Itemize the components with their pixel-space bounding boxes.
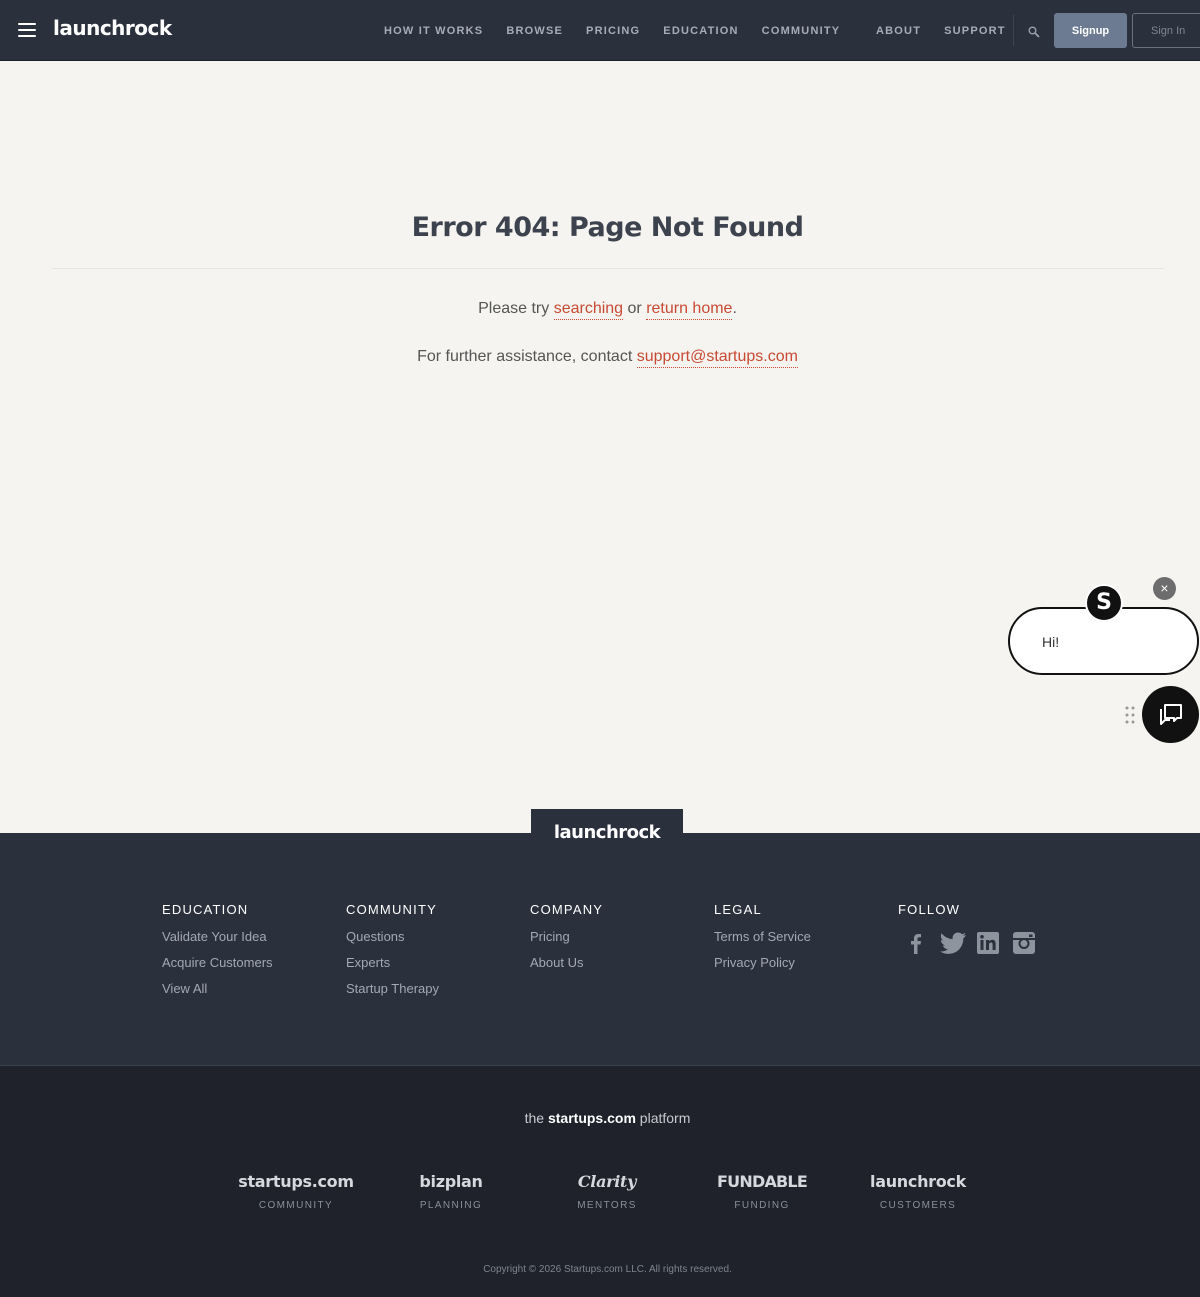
- footer-heading: COMMUNITY: [346, 902, 437, 917]
- support-contact: For further assistance, contact support@…: [0, 348, 1200, 368]
- page-title: Error 404: Page Not Found: [411, 212, 804, 243]
- nav-about[interactable]: ABOUT: [876, 25, 921, 37]
- footer-link-terms[interactable]: Terms of Service: [714, 929, 811, 944]
- brand-bizplan[interactable]: bizplan PLANNING: [371, 1172, 531, 1211]
- brand-subtitle: PLANNING: [419, 1200, 483, 1211]
- footer-col-education: EDUCATION Validate Your Idea Acquire Cus…: [162, 902, 273, 1007]
- brand-subtitle: MENTORS: [577, 1200, 637, 1211]
- footer-link-questions[interactable]: Questions: [346, 929, 439, 944]
- footer-link-view-all[interactable]: View All: [162, 981, 273, 996]
- signin-button[interactable]: Sign In: [1132, 13, 1200, 48]
- search-icon[interactable]: [1028, 25, 1040, 38]
- site-logo[interactable]: launchrock: [53, 16, 172, 40]
- footer-heading: FOLLOW: [898, 902, 961, 917]
- footer-heading: LEGAL: [714, 902, 762, 917]
- brand-startups[interactable]: startups.com COMMUNITY: [216, 1172, 376, 1211]
- tagline-text: platform: [635, 1110, 691, 1126]
- hamburger-menu-icon[interactable]: [18, 23, 36, 37]
- nav-community[interactable]: COMMUNITY: [762, 25, 841, 37]
- return-home-link[interactable]: return home: [646, 300, 733, 320]
- linkedin-icon[interactable]: [976, 932, 1000, 954]
- chat-launcher-button[interactable]: [1142, 686, 1199, 743]
- searching-link[interactable]: searching: [553, 300, 624, 320]
- footer-link-about-us[interactable]: About Us: [530, 955, 603, 970]
- brand-name: Clarity: [577, 1172, 637, 1191]
- brand-name: launchrock: [870, 1172, 966, 1191]
- brand-name: FUNDABLE: [717, 1172, 808, 1191]
- main-nav: HOW IT WORKS BROWSE PRICING EDUCATION CO…: [384, 0, 863, 61]
- footer-col-legal: LEGAL Terms of Service Privacy Policy: [714, 902, 811, 981]
- brand-subtitle: FUNDING: [734, 1200, 790, 1211]
- brand-subtitle: COMMUNITY: [258, 1200, 334, 1211]
- footer-heading: EDUCATION: [162, 902, 249, 917]
- instagram-icon[interactable]: [1012, 932, 1036, 954]
- tagline-text: the: [524, 1110, 548, 1126]
- social-links: [904, 932, 1036, 954]
- title-divider: [52, 268, 1164, 269]
- brand-launchrock[interactable]: launchrock CUSTOMERS: [838, 1172, 998, 1211]
- chat-avatar: S: [1085, 584, 1123, 622]
- chat-greeting-text: Hi!: [1042, 634, 1060, 650]
- search-suggestion: Please try searching or return home.: [0, 300, 1200, 320]
- brand-name: startups.com: [238, 1172, 354, 1191]
- chat-close-icon[interactable]: ×: [1153, 577, 1176, 600]
- footer-col-company: COMPANY Pricing About Us: [530, 902, 603, 981]
- footer-col-follow: FOLLOW: [898, 902, 960, 929]
- footer-link-acquire-customers[interactable]: Acquire Customers: [162, 955, 273, 970]
- brand-subtitle: CUSTOMERS: [879, 1200, 957, 1211]
- brand-name: bizplan: [419, 1172, 483, 1191]
- suggestion-text: or: [623, 300, 647, 317]
- support-email-link[interactable]: support@startups.com: [636, 348, 798, 368]
- chat-icon: [1160, 704, 1182, 725]
- nav-pricing[interactable]: PRICING: [586, 25, 640, 37]
- twitter-icon[interactable]: [940, 932, 966, 954]
- suggestion-text: .: [732, 300, 737, 317]
- platform-tagline: the startups.com platform: [0, 1110, 1200, 1126]
- tagline-brand: startups.com: [547, 1110, 636, 1126]
- top-navbar: launchrock HOW IT WORKS BROWSE PRICING E…: [0, 0, 1200, 61]
- nav-education[interactable]: EDUCATION: [663, 25, 738, 37]
- brand-fundable[interactable]: FUNDABLE FUNDING: [682, 1172, 842, 1211]
- footer-link-validate-idea[interactable]: Validate Your Idea: [162, 929, 273, 944]
- footer-heading: COMPANY: [530, 902, 604, 917]
- footer-link-startup-therapy[interactable]: Startup Therapy: [346, 981, 439, 996]
- footer-link-experts[interactable]: Experts: [346, 955, 439, 970]
- suggestion-text: Please try: [478, 300, 554, 317]
- nav-how-it-works[interactable]: HOW IT WORKS: [384, 25, 483, 37]
- footer-col-community: COMMUNITY Questions Experts Startup Ther…: [346, 902, 439, 1007]
- drag-handle-icon[interactable]: [1124, 705, 1136, 725]
- contact-text: For further assistance, contact: [417, 348, 637, 365]
- footer-link-pricing[interactable]: Pricing: [530, 929, 603, 944]
- footer-logo[interactable]: launchrock: [531, 822, 683, 843]
- footer-link-privacy[interactable]: Privacy Policy: [714, 955, 811, 970]
- secondary-nav: ABOUT SUPPORT: [876, 0, 1029, 61]
- copyright: Copyright © 2026 Startups.com LLC. All r…: [483, 1264, 732, 1275]
- brand-clarity[interactable]: Clarity MENTORS: [527, 1172, 687, 1211]
- facebook-icon[interactable]: [904, 932, 928, 954]
- signup-button[interactable]: Signup: [1054, 13, 1127, 48]
- nav-support[interactable]: SUPPORT: [944, 25, 1006, 37]
- nav-browse[interactable]: BROWSE: [506, 25, 563, 37]
- nav-divider: [1013, 15, 1014, 46]
